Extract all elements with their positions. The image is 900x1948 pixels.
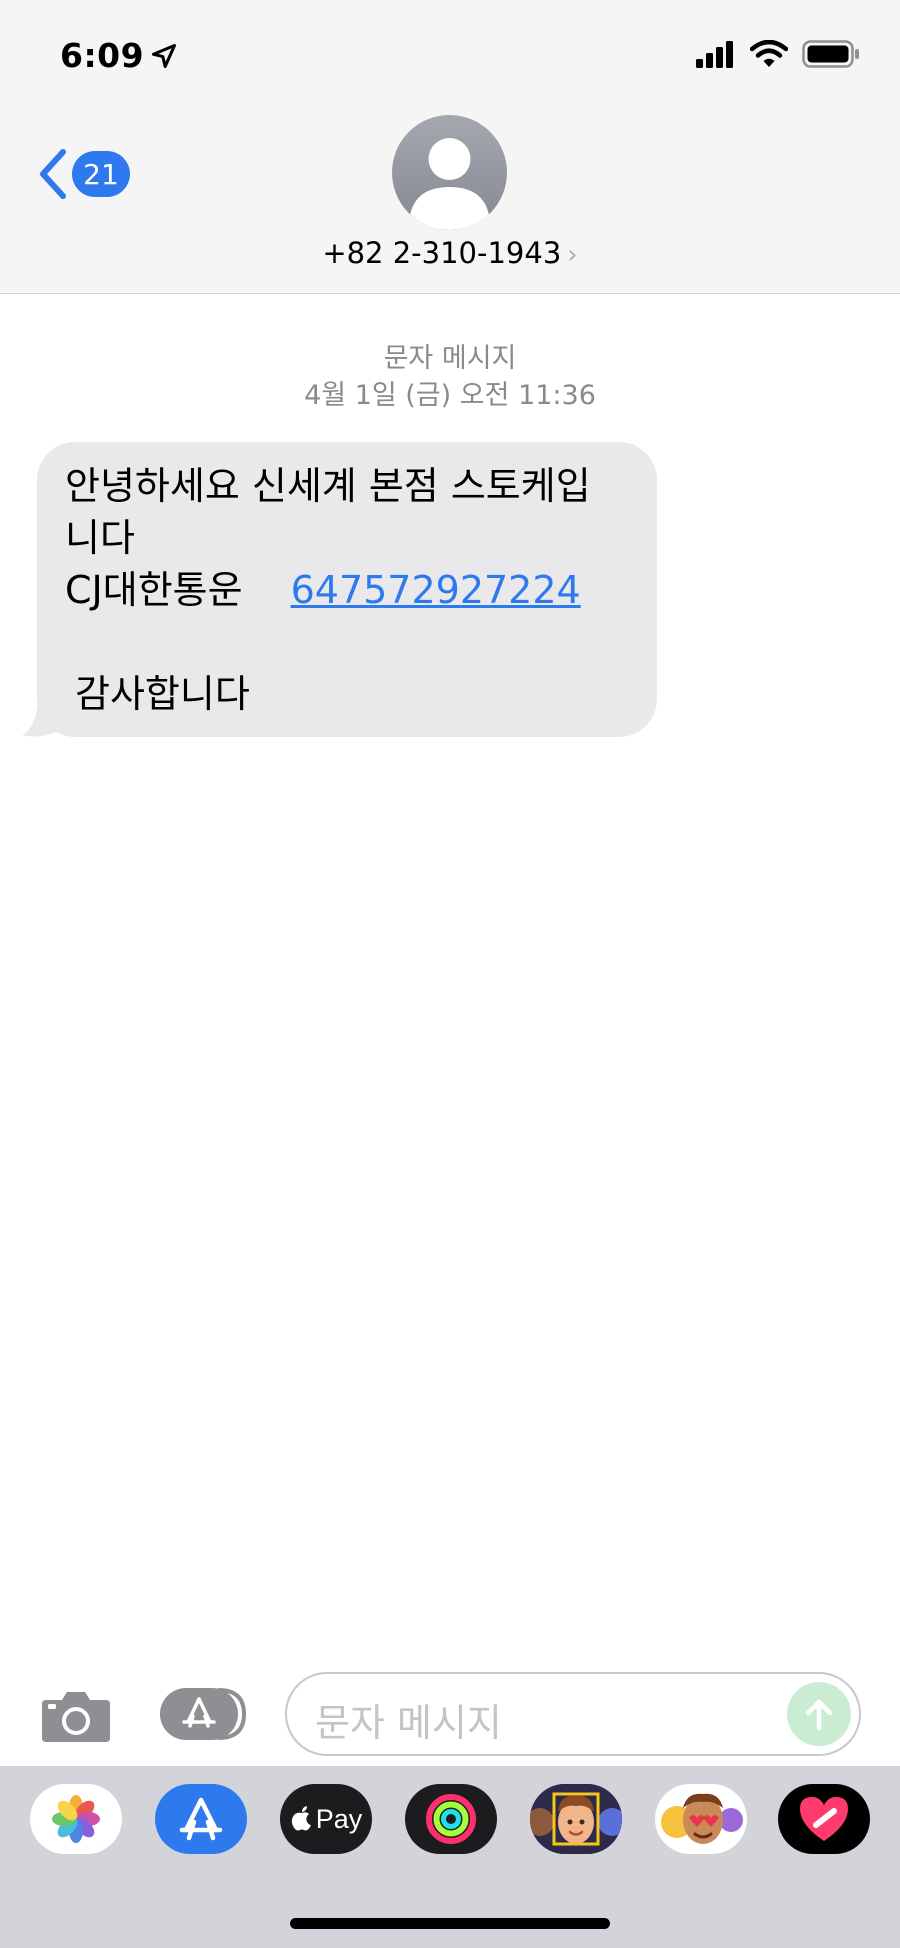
apps-button[interactable]	[160, 1686, 247, 1746]
status-indicators	[696, 40, 860, 68]
message-timestamp: 4월 1일 (금) 오전 11:36	[304, 380, 596, 411]
cellular-signal-icon	[696, 41, 733, 68]
camera-icon	[42, 1692, 110, 1742]
photos-app-button[interactable]	[30, 1784, 122, 1854]
activity-rings-icon	[426, 1794, 476, 1844]
animoji-stickers-app-button[interactable]	[655, 1784, 747, 1854]
app-store-app-button[interactable]	[155, 1784, 247, 1854]
message-line: 니다	[65, 516, 135, 560]
courier-name: CJ대한통운	[65, 568, 243, 612]
app-store-icon	[179, 1797, 223, 1841]
message-line: 안녕하세요 신세계 본점 스토케입	[65, 464, 591, 508]
memoji-icon	[530, 1784, 622, 1854]
unread-count-badge: 21	[72, 151, 130, 197]
message-input-placeholder: 문자 메시지	[315, 1701, 502, 1745]
location-arrow-icon	[152, 43, 177, 68]
digital-touch-app-button[interactable]	[778, 1784, 870, 1854]
message-input[interactable]: 문자 메시지	[285, 1672, 861, 1756]
contact-avatar[interactable]	[392, 115, 507, 230]
arrow-up-icon	[805, 1699, 833, 1731]
apple-logo-icon	[291, 1806, 311, 1831]
tracking-number-link[interactable]: 647572927224	[291, 568, 581, 612]
apple-pay-label: Pay	[315, 1803, 363, 1834]
apple-pay-app-button[interactable]: Pay	[280, 1784, 372, 1854]
status-time-text: 6:09	[60, 36, 145, 75]
chevron-left-icon	[40, 149, 66, 199]
back-button[interactable]: 21	[36, 148, 130, 200]
sticker-faces-icon	[661, 1793, 743, 1844]
activity-app-button[interactable]	[405, 1784, 497, 1854]
camera-button[interactable]	[40, 1688, 112, 1748]
photos-icon	[52, 1795, 100, 1843]
battery-icon	[802, 40, 859, 68]
memoji-app-button[interactable]	[530, 1784, 622, 1854]
message-type-label: 문자 메시지	[383, 343, 517, 374]
message-line: CJ대한통운 647572927224	[65, 564, 629, 616]
contact-name-button[interactable]: +82 2-310-1943 ›	[0, 236, 900, 270]
message-line: 감사합니다	[75, 672, 250, 716]
heart-icon	[800, 1797, 848, 1841]
send-button[interactable]	[787, 1682, 851, 1746]
app-store-icon	[160, 1688, 247, 1740]
wifi-icon	[750, 40, 788, 67]
navigation-header: 6:09 21 +82 2-310-1943 ›	[0, 0, 900, 294]
message-bubble[interactable]: 안녕하세요 신세계 본점 스토케입 니다 CJ대한통운 647572927224 …	[37, 442, 657, 737]
contact-number: +82 2-310-1943	[322, 236, 562, 270]
person-icon	[410, 138, 489, 230]
home-indicator[interactable]	[290, 1918, 610, 1929]
status-time: 6:09	[60, 36, 178, 75]
chevron-right-icon: ›	[567, 240, 578, 270]
